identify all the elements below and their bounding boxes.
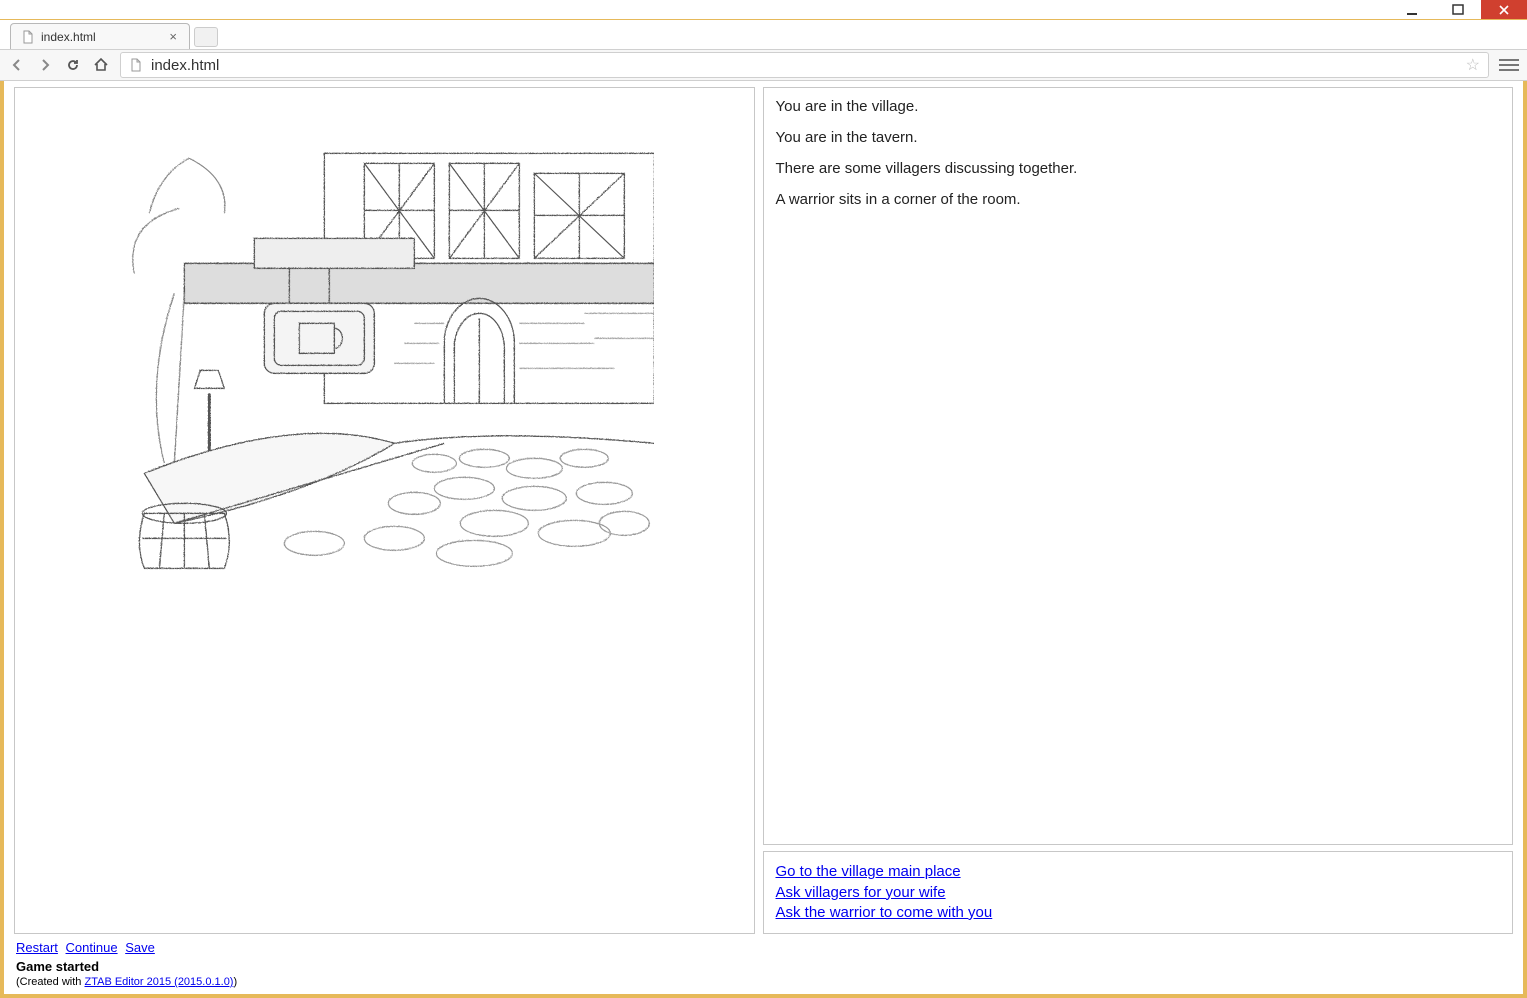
tab-title: index.html bbox=[41, 30, 96, 44]
game-area: You are in the village. You are in the t… bbox=[14, 87, 1513, 934]
browser-menu-button[interactable] bbox=[1499, 55, 1519, 75]
game-page: You are in the village. You are in the t… bbox=[4, 81, 1523, 994]
choice-link[interactable]: Ask villagers for your wife bbox=[776, 883, 946, 903]
browser-window: index.html × index.html ☆ bbox=[0, 0, 1527, 998]
reload-button[interactable] bbox=[64, 56, 82, 74]
page-viewport: You are in the village. You are in the t… bbox=[0, 81, 1527, 998]
story-line: You are in the village. bbox=[776, 98, 1501, 115]
file-icon bbox=[21, 30, 35, 44]
story-line: You are in the tavern. bbox=[776, 129, 1501, 146]
choices-panel: Go to the village main place Ask village… bbox=[763, 851, 1514, 934]
page-footer: Restart Continue Save Game started (Crea… bbox=[14, 934, 1513, 990]
tab-close-button[interactable]: × bbox=[167, 29, 179, 44]
window-titlebar bbox=[0, 0, 1527, 20]
credit-prefix: (Created with bbox=[16, 976, 84, 988]
credit-line: (Created with ZTAB Editor 2015 (2015.0.1… bbox=[16, 976, 1511, 988]
choice-link[interactable]: Go to the village main place bbox=[776, 862, 961, 882]
forward-button[interactable] bbox=[36, 56, 54, 74]
story-line: A warrior sits in a corner of the room. bbox=[776, 191, 1501, 208]
browser-tabstrip: index.html × bbox=[0, 20, 1527, 49]
window-close-button[interactable] bbox=[1481, 0, 1527, 19]
browser-tab[interactable]: index.html × bbox=[10, 23, 190, 49]
right-column: You are in the village. You are in the t… bbox=[763, 87, 1514, 934]
home-button[interactable] bbox=[92, 56, 110, 74]
address-bar[interactable]: index.html ☆ bbox=[120, 52, 1489, 78]
choice-link[interactable]: Ask the warrior to come with you bbox=[776, 903, 993, 923]
footer-links: Restart Continue Save bbox=[16, 940, 1511, 955]
scene-illustration bbox=[114, 143, 654, 573]
status-text: Game started bbox=[16, 959, 1511, 974]
scene-panel bbox=[14, 87, 755, 934]
credit-link[interactable]: ZTAB Editor 2015 (2015.0.1.0) bbox=[84, 976, 233, 988]
file-icon bbox=[129, 58, 143, 72]
story-panel: You are in the village. You are in the t… bbox=[763, 87, 1514, 845]
restart-link[interactable]: Restart bbox=[16, 940, 58, 955]
new-tab-button[interactable] bbox=[194, 27, 218, 47]
browser-toolbar: index.html ☆ bbox=[0, 49, 1527, 81]
url-text: index.html bbox=[151, 57, 219, 74]
continue-link[interactable]: Continue bbox=[66, 940, 118, 955]
bookmark-star-icon[interactable]: ☆ bbox=[1466, 55, 1480, 75]
credit-suffix: ) bbox=[233, 976, 237, 988]
window-maximize-button[interactable] bbox=[1435, 0, 1481, 19]
story-line: There are some villagers discussing toge… bbox=[776, 160, 1501, 177]
save-link[interactable]: Save bbox=[125, 940, 155, 955]
back-button[interactable] bbox=[8, 56, 26, 74]
window-minimize-button[interactable] bbox=[1389, 0, 1435, 19]
